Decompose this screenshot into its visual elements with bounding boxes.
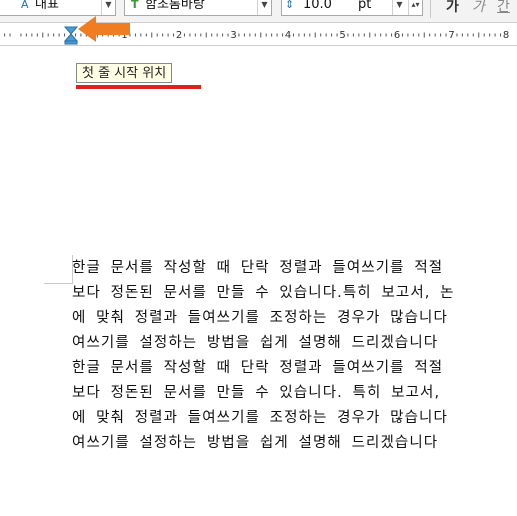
ruler-number: 3 [230,30,236,41]
style-icon: A [21,0,29,11]
paragraph-line: 에 맞춰 정렬과 들여쓰기를 조정하는 경우가 많습니다 [72,410,448,426]
font-size-unit: pt [358,0,372,12]
underline-button[interactable]: 간 [497,0,510,16]
ruler-number: 8 [503,30,509,41]
chevron-down-icon[interactable]: ▼ [101,0,115,15]
unit-dropdown-icon[interactable]: ▼ [392,0,406,15]
font-select[interactable]: T 함초롬바탕 ▼ [124,0,272,16]
italic-button[interactable]: 가 [472,0,485,16]
paragraph-line: 보다 정돈된 문서를 만들 수 있습니다.특히 보고서, 논 [72,285,455,301]
bold-button[interactable]: 가 [446,0,459,16]
page-margin-corner [44,255,73,284]
paragraph-line: 보다 정돈된 문서를 만들 수 있습니다. 특히 보고서, [72,385,441,401]
chevron-down-icon[interactable]: ▼ [257,0,271,15]
paragraph-line: 에 맞춰 정렬과 들여쓰기를 조정하는 경우가 많습니다 [72,310,448,326]
document-body[interactable]: 한글 문서를 작성할 때 단락 정렬과 들여쓰기를 적절 보다 정돈된 문서를 … [72,256,517,456]
paragraph-line: 여쓰기를 설정하는 방법을 쉽게 설명해 드리겠습니다 [72,435,439,451]
ruler-number: 4 [285,30,291,41]
font-size-field[interactable]: ⇕ 10.0 pt ▼ ▴▾ [281,0,423,16]
font-size-icon: ⇕ [285,0,295,11]
font-value: 함초롬바탕 [145,0,205,12]
font-size-value: 10.0 [303,0,332,12]
ruler-number: 5 [339,30,345,41]
tooltip: 첫 줄 시작 위치 [76,63,173,83]
ruler-number: 7 [448,30,454,41]
style-value: 대표 [35,0,59,12]
spinner-icon[interactable]: ▴▾ [408,0,422,15]
paragraph-line: 여쓰기를 설정하는 방법을 쉽게 설명해 드리겠습니다 [72,335,439,351]
toolbar-divider [430,0,431,18]
pointer-arrow-icon [78,16,130,42]
paragraph-line: 한글 문서를 작성할 때 단락 정렬과 들여쓰기를 적절 [72,260,444,276]
paragraph-line: 한글 문서를 작성할 때 단락 정렬과 들여쓰기를 적절 [72,360,444,376]
highlight-underline [76,85,201,89]
font-type-icon: T [131,0,139,11]
ruler-number: 2 [176,30,182,41]
ruler-number: 6 [394,30,400,41]
